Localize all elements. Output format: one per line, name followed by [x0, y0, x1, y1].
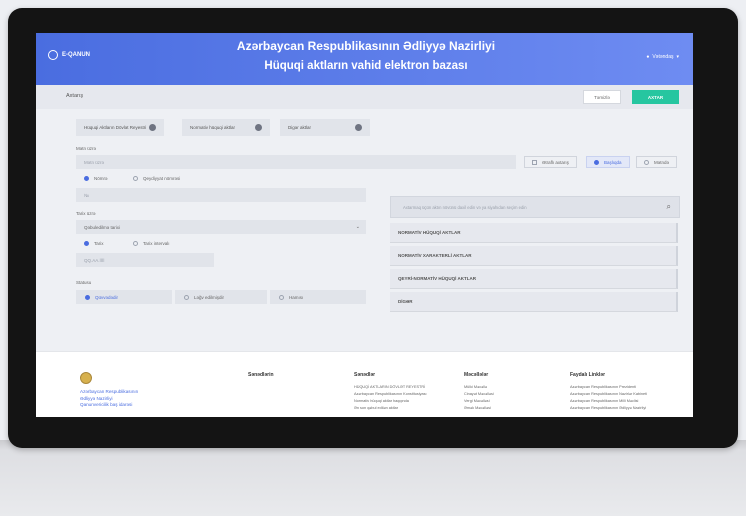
footer-link[interactable]: HÜQUQİ AKTLARIN DÖVLƏT REYESTRİ	[354, 384, 427, 391]
footer-col-documents: Sənədlər HÜQUQİ AKTLARIN DÖVLƏT REYESTRİ…	[354, 372, 427, 412]
date-label: Tarix üzrə	[76, 211, 96, 216]
checkbox-icon	[532, 159, 537, 165]
act-type-item[interactable]: NORMATİV HÜQUQİ AKTLAR	[390, 223, 678, 243]
emblem-icon	[80, 372, 92, 384]
footer-link[interactable]: Cinayət Məcəlləsi	[464, 391, 494, 398]
act-type-item[interactable]: QEYRİ-NORMATİV HÜQUQİ AKTLAR	[390, 269, 678, 289]
advanced-search-label: Ətraflı axtarış	[542, 159, 569, 165]
user-icon: ●	[646, 54, 650, 60]
footer-link[interactable]: Vergi Məcəlləsi	[464, 398, 494, 405]
radio-icon	[184, 294, 189, 300]
clear-button[interactable]: Təmizlə	[583, 90, 621, 104]
act-type-search-placeholder: Axtarmaq üçün aktın növünü daxil edin və…	[403, 204, 527, 210]
monitor-stand	[0, 440, 746, 516]
logo-text: E-QANUN	[62, 52, 90, 58]
act-type-item[interactable]: DİGƏR	[390, 292, 678, 312]
footer-link[interactable]: Azərbaycan Respublikasının Ədliyyə Nazir…	[570, 405, 647, 412]
footer-col-title: Sənədlərin	[248, 372, 274, 378]
date-interval-radio-label: Tarix intervalı	[143, 241, 170, 246]
status-radio-label: Qüvvədədir	[95, 294, 119, 300]
toolbar: Axtarış Təmizlə AXTAR	[36, 85, 693, 109]
logo-icon	[48, 50, 58, 60]
breadcrumb[interactable]: Axtarış	[66, 93, 83, 99]
radio-icon	[644, 159, 649, 165]
scope-radio-label: Başlıqda	[604, 159, 622, 165]
search-area: Axtarış Təmizlə AXTAR Hüquqi Aktların Dö…	[36, 85, 693, 351]
act-type-panel: Axtarmaq üçün aktın növünü daxil edin və…	[390, 196, 680, 322]
site-title-line2: Hüquqi aktların vahid elektron bazası	[264, 60, 468, 72]
date-radio-label: Tarix	[94, 241, 104, 246]
footer-link[interactable]: Ən son qəbul edilən aktlar	[354, 405, 427, 412]
filter-pill-other[interactable]: Digər aktlar	[280, 119, 370, 136]
footer-col-title: Məcəllələr	[464, 372, 489, 378]
footer-link[interactable]: Azərbaycan Respublikasının Prezidenti	[570, 384, 647, 391]
text-search-label: Mətn üzrə	[76, 146, 97, 151]
footer-org-line: Qanunvericilik baş idarəsi	[80, 402, 133, 407]
screen: E-QANUN Azərbaycan Respublikasının Ədliy…	[36, 33, 693, 417]
radio-icon	[84, 176, 89, 181]
filter-pill-normative[interactable]: Normativ hüquqi aktlar	[182, 119, 270, 136]
site-header: E-QANUN Azərbaycan Respublikasının Ədliy…	[36, 33, 693, 85]
filter-pill-label: Normativ hüquqi aktlar	[190, 125, 236, 130]
footer-link[interactable]: Azərbaycan Respublikasının Nazirlər Kabi…	[570, 391, 647, 398]
footer-link[interactable]: Normativ hüquqi aktlar haqqında	[354, 398, 427, 405]
footer-org[interactable]: Azərbaycan Respublikasının Ədliyyə Nazir…	[80, 389, 138, 409]
status-radio-all[interactable]: Hamısı	[270, 290, 366, 304]
radio-icon	[85, 294, 90, 300]
info-icon[interactable]	[255, 124, 262, 131]
act-type-search-input[interactable]: Axtarmaq üçün aktın növünü daxil edin və…	[390, 196, 680, 218]
footer-col-documents-heading: Sənədlərin	[248, 372, 274, 384]
status-radio-repealed[interactable]: Ləğv edilmişdir	[175, 290, 267, 304]
filter-pill-label: Hüquqi Aktların Dövlət Reyestri	[84, 125, 147, 130]
date-interval-radio[interactable]: Tarix intervalı	[133, 241, 170, 246]
registration-number-radio-label: Qeydiyyat nömrəsi	[143, 176, 181, 181]
scope-radio-label: Mətndə	[654, 159, 670, 165]
footer-link[interactable]: Azərbaycan Respublikasının Milli Məclisi	[570, 398, 647, 405]
text-search-input[interactable]: Mətn üzrə	[76, 155, 516, 169]
filter-pill-registry[interactable]: Hüquqi Aktların Dövlət Reyestri	[76, 119, 164, 136]
chevron-down-icon: ⌄	[355, 224, 360, 230]
status-radio-label: Hamısı	[289, 294, 304, 300]
date-radio[interactable]: Tarix	[84, 241, 104, 246]
site-title-line1: Azərbaycan Respublikasının Ədliyyə Nazir…	[236, 39, 496, 53]
radio-icon	[594, 159, 599, 165]
footer-col-title: Faydalı Linklər	[570, 372, 606, 378]
info-icon[interactable]	[149, 124, 156, 131]
date-type-select[interactable]: Qəbuledilmə tarixi ⌄	[76, 220, 366, 234]
date-input[interactable]: QQ.AA.İİİİ	[76, 253, 214, 267]
search-button[interactable]: AXTAR	[632, 90, 679, 104]
advanced-search-checkbox[interactable]: Ətraflı axtarış	[524, 156, 577, 168]
footer-col-title: Sənədlər	[354, 372, 376, 378]
footer-link[interactable]: Əmək Məcəlləsi	[464, 405, 494, 412]
info-icon[interactable]	[355, 124, 362, 131]
footer-org-line: Azərbaycan Respublikasının	[80, 389, 139, 394]
date-type-value: Qəbuledilmə tarixi	[84, 224, 121, 230]
registration-number-radio[interactable]: Qeydiyyat nömrəsi	[133, 176, 180, 181]
user-menu[interactable]: ● Vətəndaş ▾	[646, 54, 679, 60]
scope-radio-text[interactable]: Mətndə	[636, 156, 678, 168]
radio-icon	[133, 176, 138, 181]
status-radio-active[interactable]: Qüvvədədir	[76, 290, 172, 304]
site-footer: Azərbaycan Respublikasının Ədliyyə Nazir…	[36, 351, 693, 417]
radio-icon	[84, 241, 89, 246]
scope-radio-title[interactable]: Başlıqda	[586, 156, 630, 168]
footer-link[interactable]: Azərbaycan Respublikasının Konstitusiyas…	[354, 391, 427, 398]
status-label: Statusu	[76, 280, 92, 285]
number-radio-label: Nömrə	[94, 176, 108, 181]
number-input[interactable]: №	[76, 188, 366, 202]
footer-link[interactable]: Mülki Məcəllə	[464, 384, 494, 391]
radio-icon	[133, 241, 138, 246]
site-title: Azərbaycan Respublikasının Ədliyyə Nazir…	[196, 38, 536, 74]
status-radio-label: Ləğv edilmişdir	[194, 294, 225, 300]
chevron-down-icon: ▾	[676, 54, 679, 60]
filter-pill-label: Digər aktlar	[288, 125, 312, 130]
footer-col-links: Faydalı Linklər Azərbaycan Respublikasın…	[570, 372, 647, 412]
user-label: Vətəndaş	[652, 54, 674, 60]
site-logo[interactable]: E-QANUN	[48, 50, 90, 60]
search-icon[interactable]: ⌕	[667, 202, 671, 212]
radio-icon	[279, 294, 284, 300]
number-radio[interactable]: Nömrə	[84, 176, 108, 181]
footer-col-codes: Məcəllələr Mülki Məcəllə Cinayət Məcəllə…	[464, 372, 494, 412]
act-type-item[interactable]: NORMATİV XARAKTERLİ AKTLAR	[390, 246, 678, 266]
